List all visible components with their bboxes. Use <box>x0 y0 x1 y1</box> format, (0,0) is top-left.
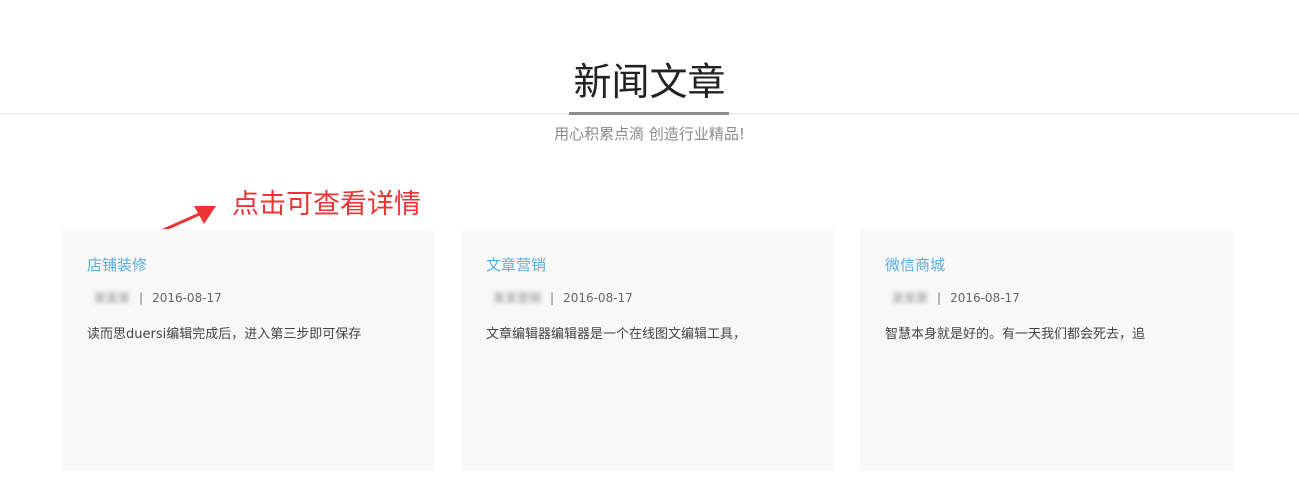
article-meta: 某某营销 | 2016-08-17 <box>493 289 633 307</box>
meta-separator: | <box>550 291 555 305</box>
section-subtitle: 用心积累点滴 创造行业精品! <box>554 125 745 143</box>
article-meta: 某某某 | 2016-08-17 <box>94 289 222 307</box>
article-title-link[interactable]: 店铺装修 <box>87 254 147 276</box>
meta-separator: | <box>139 291 144 305</box>
article-title-link[interactable]: 文章营销 <box>486 254 546 276</box>
article-date: 2016-08-17 <box>152 291 222 305</box>
article-author: 某某某 <box>94 291 131 305</box>
article-card[interactable]: 文章营销 某某营销 | 2016-08-17 文章编辑器编辑器是一个在线图文编辑工具… <box>461 229 834 471</box>
click-hint-annotation: 点击可查看详情 <box>232 189 421 220</box>
article-excerpt: 读而思duersi编辑完成后，进入第三步即可保存 <box>87 327 362 342</box>
section-header: 新闻文章 用心积累点滴 创造行业精品! <box>0 0 1299 150</box>
section-title: 新闻文章 <box>573 60 726 104</box>
article-card[interactable]: 店铺装修 某某某 | 2016-08-17 读而思duersi编辑完成后，进入第三步… <box>62 229 435 471</box>
article-meta: 某某章 | 2016-08-17 <box>892 289 1020 307</box>
article-date: 2016-08-17 <box>563 291 633 305</box>
article-excerpt: 智慧本身就是好的。有一天我们都会死去，追 <box>885 327 1146 342</box>
article-date: 2016-08-17 <box>950 291 1020 305</box>
article-author: 某某章 <box>892 291 929 305</box>
article-author: 某某营销 <box>493 291 542 305</box>
news-section-page: 新闻文章 用心积累点滴 创造行业精品! 点击可查看详情 店铺装修 某某某 | 201… <box>0 0 1299 482</box>
article-cards: 店铺装修 某某某 | 2016-08-17 读而思duersi编辑完成后，进入第三步… <box>62 229 1233 471</box>
title-underline <box>569 112 729 115</box>
meta-separator: | <box>937 291 942 305</box>
article-title-link[interactable]: 微信商城 <box>885 254 945 276</box>
article-excerpt: 文章编辑器编辑器是一个在线图文编辑工具， <box>486 327 747 342</box>
article-card[interactable]: 微信商城 某某章 | 2016-08-17 智慧本身就是好的。有一天我们都会死去，追 <box>860 229 1233 471</box>
